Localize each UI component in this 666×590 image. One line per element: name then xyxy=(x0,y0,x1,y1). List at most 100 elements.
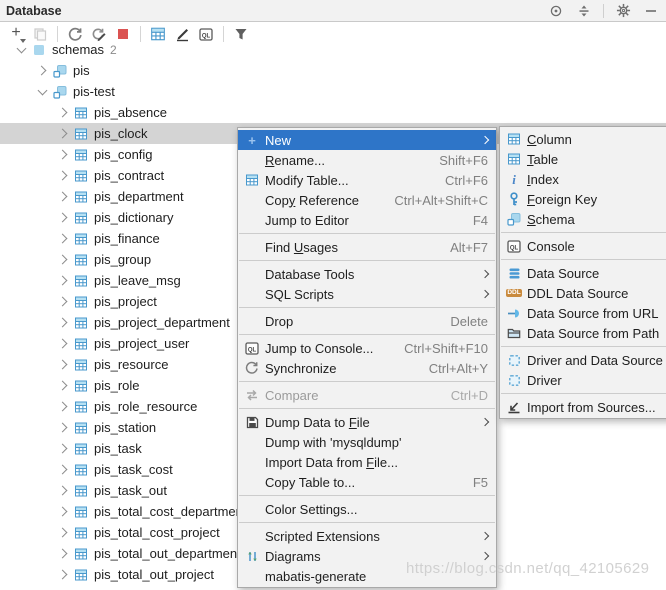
svg-text:QL: QL xyxy=(510,245,519,251)
context-menu-item-import-data-from-file[interactable]: Import Data from File... xyxy=(238,452,496,472)
filter-button[interactable] xyxy=(229,24,253,44)
menu-item-label: Schema xyxy=(527,212,666,227)
menu-item-label: Driver and Data Source xyxy=(527,353,666,368)
chevron-right-icon[interactable] xyxy=(55,483,71,499)
table-icon xyxy=(73,315,89,331)
context-menu-item-rename[interactable]: Rename...Shift+F6 xyxy=(238,150,496,170)
chevron-right-icon[interactable] xyxy=(55,147,71,163)
none-icon xyxy=(243,434,261,450)
context-menu-item-copy-table-to[interactable]: Copy Table to...F5 xyxy=(238,472,496,492)
context-menu-item-dump-with-mysqldump[interactable]: Dump with 'mysqldump' xyxy=(238,432,496,452)
menu-item-label: Data Source from URL xyxy=(527,306,666,321)
new-submenu-item-table[interactable]: Table xyxy=(500,149,666,169)
chevron-right-icon[interactable] xyxy=(55,126,71,142)
context-menu-item-dump-data-to-file[interactable]: Dump Data to File xyxy=(238,412,496,432)
tree-row-pis[interactable]: pis xyxy=(0,60,666,81)
stop-button[interactable] xyxy=(111,24,135,44)
menu-item-label: Find Usages xyxy=(265,240,434,255)
new-submenu-item-index[interactable]: iIndex xyxy=(500,169,666,189)
context-menu-item-jump-to-console[interactable]: QLJump to Console...Ctrl+Shift+F10 xyxy=(238,338,496,358)
menu-item-shortcut: Delete xyxy=(450,314,488,329)
new-submenu-item-ddl-data-source[interactable]: DDLDDL Data Source xyxy=(500,283,666,303)
chevron-right-icon[interactable] xyxy=(55,273,71,289)
duplicate-button[interactable] xyxy=(28,24,52,44)
context-menu-item-drop[interactable]: DropDelete xyxy=(238,311,496,331)
tree-row-pis-test[interactable]: pis-test xyxy=(0,81,666,102)
context-menu-item-compare[interactable]: CompareCtrl+D xyxy=(238,385,496,405)
chevron-right-icon[interactable] xyxy=(55,504,71,520)
context-menu-item-jump-to-editor[interactable]: Jump to EditorF4 xyxy=(238,210,496,230)
table-icon xyxy=(73,357,89,373)
locate-icon[interactable] xyxy=(547,2,565,20)
menu-separator xyxy=(239,495,495,496)
new-submenu-item-driver[interactable]: Driver xyxy=(500,370,666,390)
chevron-right-icon[interactable] xyxy=(55,525,71,541)
expand-collapse-icon[interactable] xyxy=(575,2,593,20)
refresh-button[interactable] xyxy=(63,24,87,44)
chevron-right-icon[interactable] xyxy=(55,567,71,583)
panel-header: Database xyxy=(0,0,666,22)
menu-separator xyxy=(239,260,495,261)
chevron-right-icon[interactable] xyxy=(55,168,71,184)
context-menu-item-color-settings[interactable]: Color Settings... xyxy=(238,499,496,519)
context-menu-item-mabatis-generate[interactable]: mabatis-generate xyxy=(238,566,496,586)
new-submenu-item-data-source-from-path[interactable]: Data Source from Path xyxy=(500,323,666,343)
driver-icon xyxy=(505,352,523,368)
console-icon: QL xyxy=(199,28,213,41)
context-menu-item-database-tools[interactable]: Database Tools xyxy=(238,264,496,284)
diagrams-icon xyxy=(243,548,261,564)
sync-edit-button[interactable] xyxy=(87,24,111,44)
new-submenu-item-import-from-sources[interactable]: Import from Sources... xyxy=(500,397,666,417)
chevron-right-icon[interactable] xyxy=(55,189,71,205)
new-submenu-item-console[interactable]: QLConsole xyxy=(500,236,666,256)
chevron-right-icon[interactable] xyxy=(55,462,71,478)
chevron-right-icon[interactable] xyxy=(55,441,71,457)
chevron-right-icon[interactable] xyxy=(34,63,50,79)
data-editor-button[interactable] xyxy=(146,24,170,44)
context-menu-item-find-usages[interactable]: Find UsagesAlt+F7 xyxy=(238,237,496,257)
chevron-right-icon[interactable] xyxy=(55,315,71,331)
tree-item-label: pis_resource xyxy=(94,357,168,372)
import-icon xyxy=(505,399,523,415)
new-submenu-item-data-source[interactable]: Data Source xyxy=(500,263,666,283)
chevron-right-icon[interactable] xyxy=(55,378,71,394)
menu-item-label: SQL Scripts xyxy=(265,287,472,302)
toolbar-separator xyxy=(140,26,141,42)
context-menu-item-new[interactable]: +New xyxy=(238,130,496,150)
chevron-right-icon[interactable] xyxy=(55,231,71,247)
table-icon xyxy=(73,294,89,310)
context-menu-item-copy-reference[interactable]: Copy ReferenceCtrl+Alt+Shift+C xyxy=(238,190,496,210)
chevron-right-icon[interactable] xyxy=(55,210,71,226)
new-submenu-item-column[interactable]: Column xyxy=(500,129,666,149)
tree-row-pis_absence[interactable]: pis_absence xyxy=(0,102,666,123)
context-menu-item-modify-table[interactable]: Modify Table...Ctrl+F6 xyxy=(238,170,496,190)
minimize-icon[interactable] xyxy=(642,2,660,20)
context-menu-item-scripted-extensions[interactable]: Scripted Extensions xyxy=(238,526,496,546)
context-menu-item-diagrams[interactable]: Diagrams xyxy=(238,546,496,566)
chevron-right-icon[interactable] xyxy=(55,546,71,562)
chevron-right-icon[interactable] xyxy=(55,420,71,436)
menu-item-label: Rename... xyxy=(265,153,423,168)
modify-pencil-button[interactable] xyxy=(170,24,194,44)
chevron-right-icon[interactable] xyxy=(55,336,71,352)
chevron-right-icon[interactable] xyxy=(55,399,71,415)
console-button[interactable]: QL xyxy=(194,24,218,44)
menu-item-shortcut: Ctrl+F6 xyxy=(445,173,488,188)
context-menu-item-synchronize[interactable]: SynchronizeCtrl+Alt+Y xyxy=(238,358,496,378)
chevron-down-icon[interactable] xyxy=(34,84,50,100)
tree-item-label: pis xyxy=(73,63,90,78)
chevron-right-icon[interactable] xyxy=(55,105,71,121)
context-menu-item-sql-scripts[interactable]: SQL Scripts xyxy=(238,284,496,304)
new-submenu-item-foreign-key[interactable]: Foreign Key xyxy=(500,189,666,209)
chevron-right-icon[interactable] xyxy=(55,294,71,310)
chevron-right-icon[interactable] xyxy=(55,252,71,268)
menu-item-label: Import Data from File... xyxy=(265,455,488,470)
add-button[interactable]: + xyxy=(4,24,28,44)
gear-icon[interactable] xyxy=(614,2,632,20)
new-submenu-item-driver-and-data-source[interactable]: Driver and Data Source xyxy=(500,350,666,370)
new-submenu-item-data-source-from-url[interactable]: Data Source from URL xyxy=(500,303,666,323)
submenu-arrow-icon xyxy=(481,552,489,560)
chevron-right-icon[interactable] xyxy=(55,357,71,373)
menu-item-label: Database Tools xyxy=(265,267,472,282)
new-submenu-item-schema[interactable]: Schema xyxy=(500,209,666,229)
